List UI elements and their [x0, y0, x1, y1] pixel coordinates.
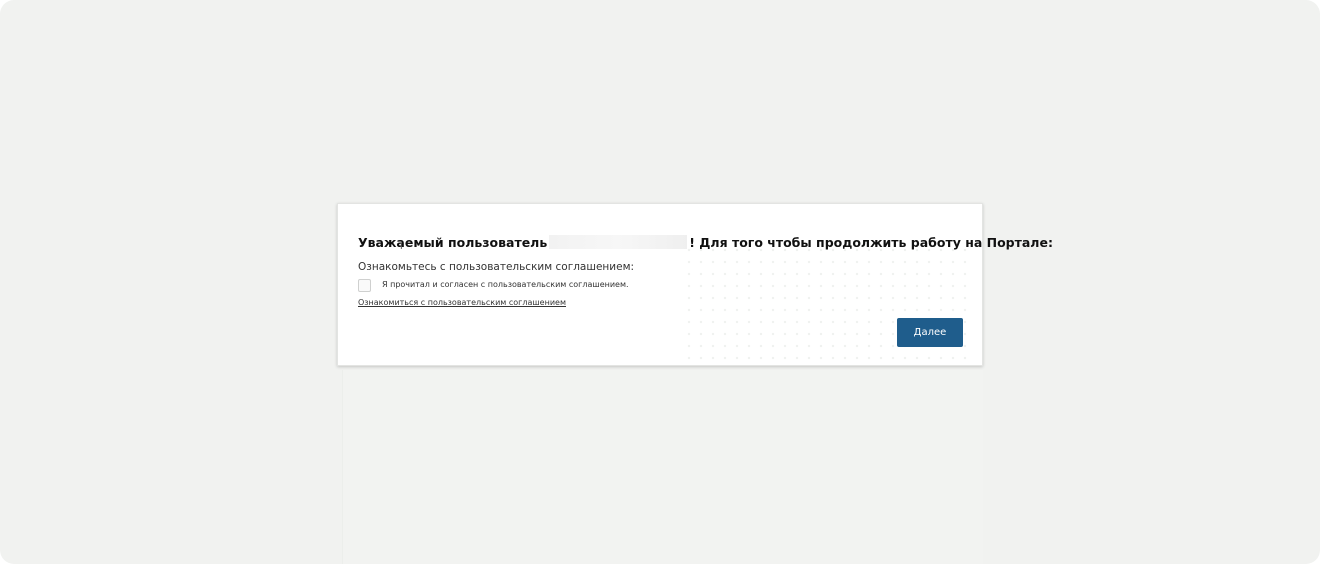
- dialog-title: Уважаемый пользователь ! Для того чтобы п…: [358, 235, 1053, 250]
- page-content-area: [342, 370, 983, 564]
- screen-background: Уважаемый пользователь ! Для того чтобы п…: [0, 0, 1320, 564]
- redacted-username: [549, 235, 688, 249]
- dialog-title-suffix: ! Для того чтобы продолжить работу на По…: [689, 235, 1053, 250]
- agreement-checkbox[interactable]: [358, 279, 371, 292]
- next-button[interactable]: Далее: [897, 318, 963, 347]
- text-cursor-icon: I: [400, 242, 403, 252]
- agreement-checkbox-label[interactable]: Я прочитал и согласен с пользовательским…: [382, 280, 629, 289]
- agreement-link[interactable]: Ознакомиться с пользовательским соглашен…: [358, 298, 566, 307]
- dialog-title-prefix: Уважаемый пользователь: [358, 235, 548, 250]
- dialog-subtitle: Ознакомьтесь с пользовательским соглашен…: [358, 261, 635, 273]
- user-agreement-dialog: Уважаемый пользователь ! Для того чтобы п…: [337, 203, 1053, 366]
